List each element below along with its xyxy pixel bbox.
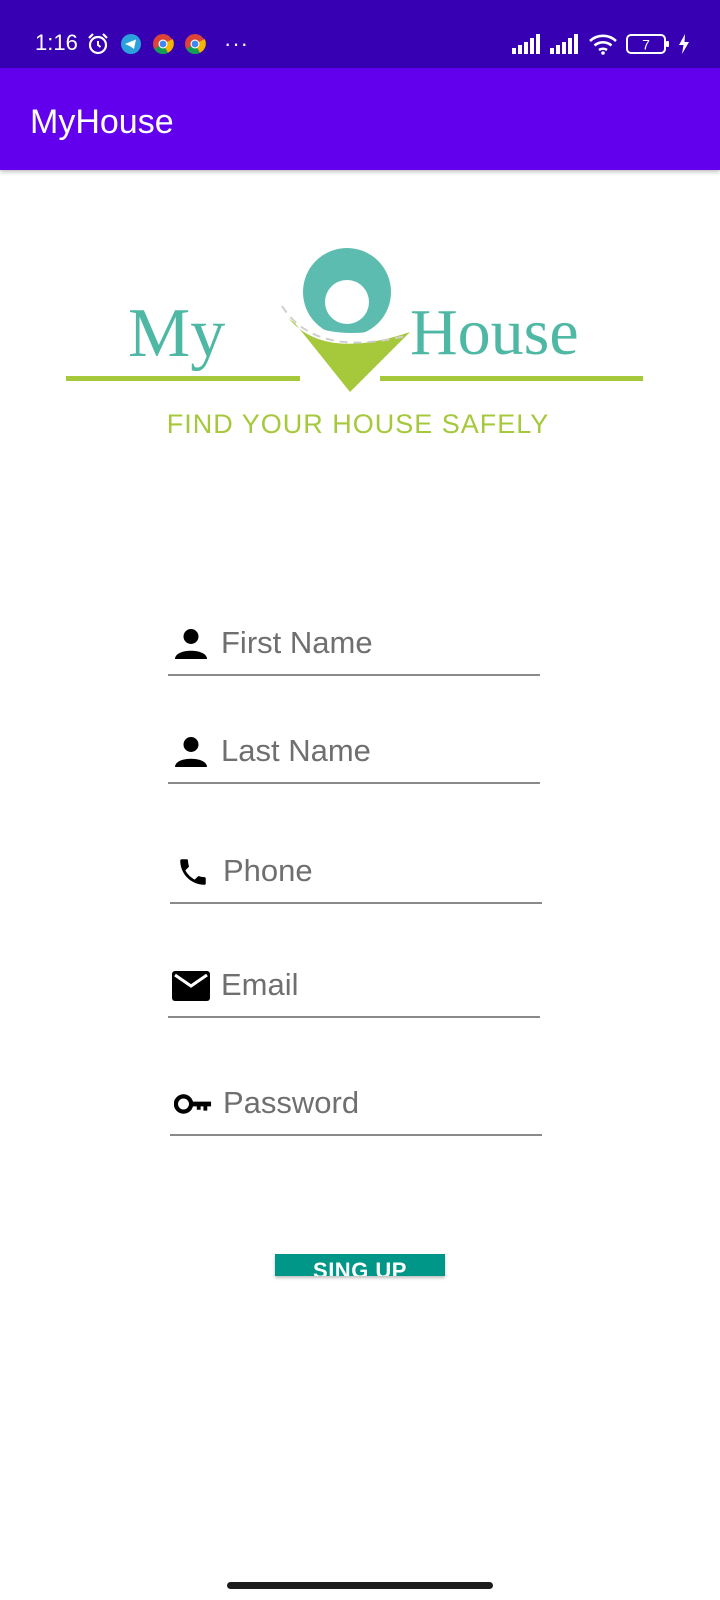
password-field	[170, 1074, 542, 1136]
alarm-icon	[86, 32, 110, 56]
first-name-field	[168, 614, 540, 676]
battery-icon: 7	[626, 33, 670, 55]
last-name-input[interactable]	[221, 722, 531, 780]
battery-level-text: 7	[642, 37, 650, 53]
key-icon	[174, 1085, 212, 1123]
telegram-icon	[120, 33, 142, 55]
more-dots-icon: ···	[224, 31, 249, 56]
phone-input[interactable]	[223, 842, 533, 900]
system-icons: 7	[512, 30, 690, 58]
email-input[interactable]	[221, 956, 531, 1014]
person-icon	[172, 733, 210, 771]
phone-field	[170, 842, 542, 904]
status-time: 1:16	[35, 30, 78, 55]
phone-icon	[174, 853, 212, 891]
signal-icon	[550, 34, 580, 54]
logo-word-house: House	[410, 296, 579, 369]
logo-tagline: FIND YOUR HOUSE SAFELY	[167, 409, 550, 439]
logo-line-left	[66, 376, 300, 381]
sign-up-button-label: SING UP	[313, 1258, 407, 1276]
status-bar: 1:16 ··· 7	[0, 0, 720, 68]
charging-icon	[678, 34, 690, 54]
signal-icon	[512, 34, 542, 54]
chrome-icon	[184, 33, 206, 55]
password-input[interactable]	[223, 1074, 533, 1132]
first-name-input[interactable]	[221, 614, 531, 672]
notification-icons: ···	[86, 30, 249, 58]
home-indicator[interactable]	[227, 1582, 493, 1589]
app-title: MyHouse	[30, 103, 174, 141]
email-icon	[172, 967, 210, 1005]
email-field	[168, 956, 540, 1018]
sign-up-button[interactable]: SING UP	[275, 1254, 445, 1276]
last-name-field	[168, 722, 540, 784]
map-pin-icon	[271, 248, 413, 392]
person-icon	[172, 625, 210, 663]
logo-word-my: My	[128, 295, 225, 372]
wifi-icon	[588, 33, 618, 55]
chrome-icon	[152, 33, 174, 55]
myhouse-logo: My House FIND YOUR HOUSE SAFELY	[66, 248, 643, 439]
logo-line-right	[380, 376, 643, 381]
